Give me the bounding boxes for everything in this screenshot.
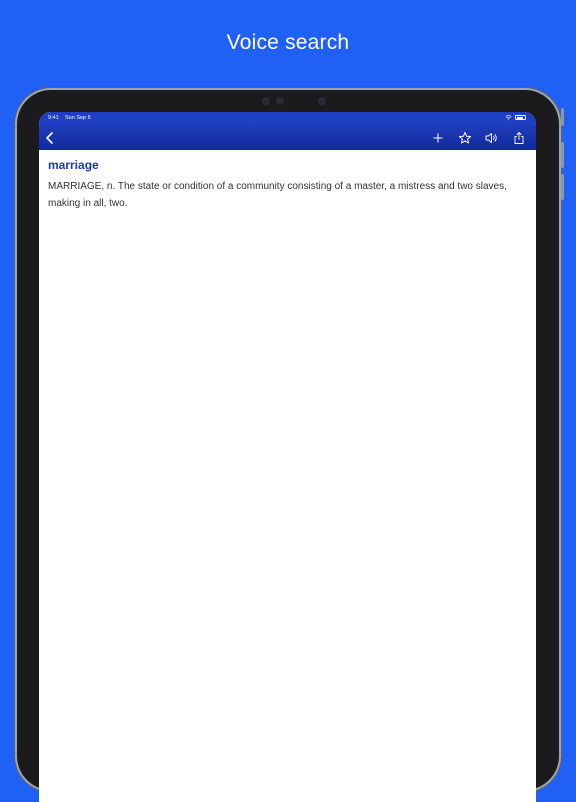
sensor-dot — [262, 97, 270, 105]
star-icon — [458, 132, 472, 144]
headword: marriage — [48, 158, 99, 172]
add-button[interactable] — [429, 129, 447, 147]
sensor-dot — [318, 97, 326, 105]
share-icon — [514, 132, 524, 144]
volume-up-button — [561, 142, 564, 168]
chevron-left-icon — [46, 132, 53, 144]
speak-button[interactable] — [482, 129, 500, 147]
status-bar: 9:41 Sun Sep 6 — [39, 112, 536, 125]
app-screen: 9:41 Sun Sep 6 marriage MARRIAGE, n. The… — [39, 112, 536, 802]
battery-icon — [515, 115, 526, 120]
favorite-button[interactable] — [456, 129, 474, 147]
camera-lens — [276, 97, 284, 105]
plus-icon — [433, 133, 443, 143]
status-time: 9:41 — [48, 115, 59, 121]
promo-headline: Voice search — [226, 31, 350, 54]
definition-text: MARRIAGE, n. The state or condition of a… — [48, 181, 507, 209]
camera-sensor-bar — [262, 96, 352, 106]
navigation-bar — [39, 125, 536, 150]
volume-down-button — [561, 174, 564, 200]
wifi-icon — [505, 115, 512, 120]
share-button[interactable] — [510, 129, 528, 147]
back-button[interactable] — [41, 129, 59, 147]
tablet-device-frame: 9:41 Sun Sep 6 marriage MARRIAGE, n. The… — [17, 90, 564, 802]
status-date: Sun Sep 6 — [65, 115, 91, 121]
status-indicators — [505, 115, 526, 120]
definition-content: marriage MARRIAGE, n. The state or condi… — [48, 158, 528, 212]
top-button — [561, 108, 564, 126]
speaker-icon — [485, 133, 497, 143]
